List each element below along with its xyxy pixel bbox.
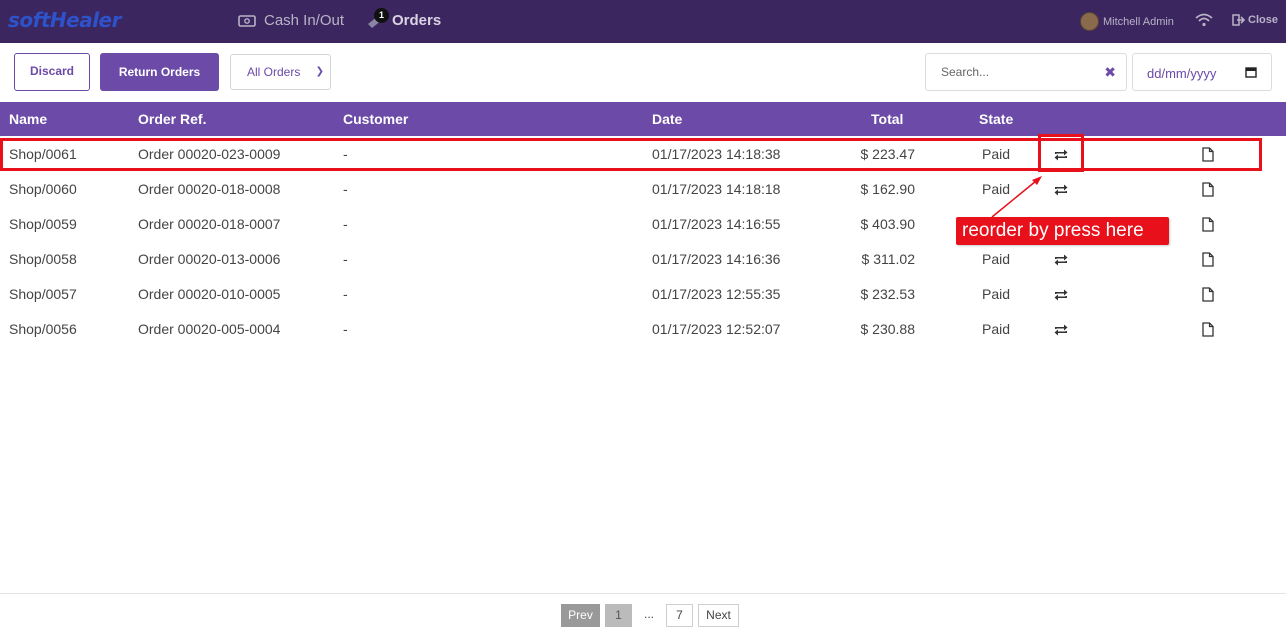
cell-total: $ 232.53 — [860, 286, 916, 302]
table-row[interactable]: Shop/0058 Order 00020-013-0006 - 01/17/2023… — [0, 242, 1286, 277]
cell-date: 01/17/2023 14:18:18 — [652, 181, 781, 197]
chevron-down-icon: ❯ — [315, 66, 324, 77]
pagination-page-7[interactable]: 7 — [666, 604, 693, 627]
cell-order-ref: Order 00020-005-0004 — [138, 321, 281, 337]
repeat-icon[interactable] — [1053, 288, 1069, 302]
repeat-icon[interactable] — [1053, 253, 1069, 267]
reorder-callout: reorder by press here — [956, 217, 1169, 245]
close-label: Close — [1248, 14, 1278, 26]
table-row[interactable]: Shop/0060 Order 00020-018-0008 - 01/17/2023… — [0, 172, 1286, 207]
return-orders-button[interactable]: Return Orders — [100, 53, 219, 91]
repeat-icon[interactable] — [1053, 183, 1069, 197]
cell-customer: - — [343, 321, 348, 337]
cell-customer: - — [343, 216, 348, 232]
table-header: Name Order Ref. Customer Date Total Stat… — [0, 102, 1286, 136]
cell-total: $ 311.02 — [861, 251, 915, 267]
cell-customer: - — [343, 286, 348, 302]
search-placeholder: Search... — [941, 65, 990, 79]
user-menu[interactable]: Mitchell Admin — [1080, 12, 1174, 31]
column-header-state: State — [979, 111, 1014, 127]
table-row[interactable]: Shop/0056 Order 00020-005-0004 - 01/17/2023… — [0, 312, 1286, 347]
footer-divider — [0, 593, 1286, 594]
orders-count-badge: 1 — [374, 8, 389, 23]
date-placeholder: dd/mm/yyyy — [1147, 66, 1217, 81]
cell-date: 01/17/2023 14:16:55 — [652, 216, 781, 232]
document-icon[interactable] — [1202, 252, 1214, 267]
column-header-customer: Customer — [343, 111, 409, 127]
nav-cash-in-out[interactable]: Cash In/Out — [238, 12, 344, 29]
document-icon[interactable] — [1202, 287, 1214, 302]
brand-logo: softHealer — [8, 8, 122, 32]
table-row[interactable]: Shop/0057 Order 00020-010-0005 - 01/17/2023… — [0, 277, 1286, 312]
cell-date: 01/17/2023 12:55:35 — [652, 286, 781, 302]
wifi-icon — [1195, 13, 1213, 27]
close-button[interactable]: Close — [1232, 14, 1278, 26]
pagination-next-button[interactable]: Next — [698, 604, 739, 627]
pagination-page-1[interactable]: 1 — [605, 604, 632, 627]
cell-name: Shop/0060 — [9, 181, 77, 197]
calendar-icon[interactable] — [1245, 66, 1257, 78]
cell-name: Shop/0058 — [9, 251, 77, 267]
nav-cash-label: Cash In/Out — [264, 12, 345, 29]
search-input[interactable]: Search... ✖ — [925, 53, 1127, 91]
order-filter-value: All Orders — [247, 65, 301, 79]
cell-name: Shop/0056 — [9, 321, 77, 337]
clear-search-icon[interactable]: ✖ — [1104, 64, 1116, 81]
date-filter-input[interactable]: dd/mm/yyyy — [1132, 53, 1272, 91]
pagination-prev-button[interactable]: Prev — [561, 604, 600, 627]
column-header-name: Name — [9, 111, 48, 127]
discard-button[interactable]: Discard — [14, 53, 90, 91]
column-header-date: Date — [652, 111, 683, 127]
avatar — [1080, 12, 1099, 31]
pagination-ellipsis: ... — [643, 607, 654, 621]
nav-orders-label: Orders — [392, 12, 442, 29]
top-bar: softHealer Cash In/Out Orders 1 Mitchell… — [0, 0, 1286, 43]
cash-icon — [238, 14, 256, 27]
cell-order-ref: Order 00020-013-0006 — [138, 251, 281, 267]
cell-order-ref: Order 00020-018-0008 — [138, 181, 281, 197]
cell-name: Shop/0059 — [9, 216, 77, 232]
column-header-order-ref: Order Ref. — [138, 111, 207, 127]
document-icon[interactable] — [1202, 217, 1214, 232]
highlighted-reorder-outline — [1038, 134, 1084, 172]
column-header-total: Total — [871, 111, 904, 127]
cell-total: $ 230.88 — [860, 321, 916, 337]
cell-state: Paid — [982, 181, 1011, 197]
cell-state: Paid — [982, 286, 1011, 302]
cell-order-ref: Order 00020-018-0007 — [138, 216, 281, 232]
sign-out-icon — [1232, 14, 1245, 26]
order-filter-select[interactable]: All Orders ❯ — [230, 54, 331, 90]
document-icon[interactable] — [1202, 322, 1214, 337]
cell-total: $ 403.90 — [860, 216, 916, 232]
document-icon[interactable] — [1202, 182, 1214, 197]
cell-date: 01/17/2023 14:16:36 — [652, 251, 781, 267]
cell-total: $ 162.90 — [860, 181, 916, 197]
cell-name: Shop/0057 — [9, 286, 77, 302]
cell-customer: - — [343, 181, 348, 197]
cell-state: Paid — [982, 251, 1011, 267]
repeat-icon[interactable] — [1053, 323, 1069, 337]
user-name: Mitchell Admin — [1103, 15, 1174, 28]
cell-order-ref: Order 00020-010-0005 — [138, 286, 281, 302]
cell-date: 01/17/2023 12:52:07 — [652, 321, 781, 337]
cell-customer: - — [343, 251, 348, 267]
cell-state: Paid — [982, 321, 1011, 337]
